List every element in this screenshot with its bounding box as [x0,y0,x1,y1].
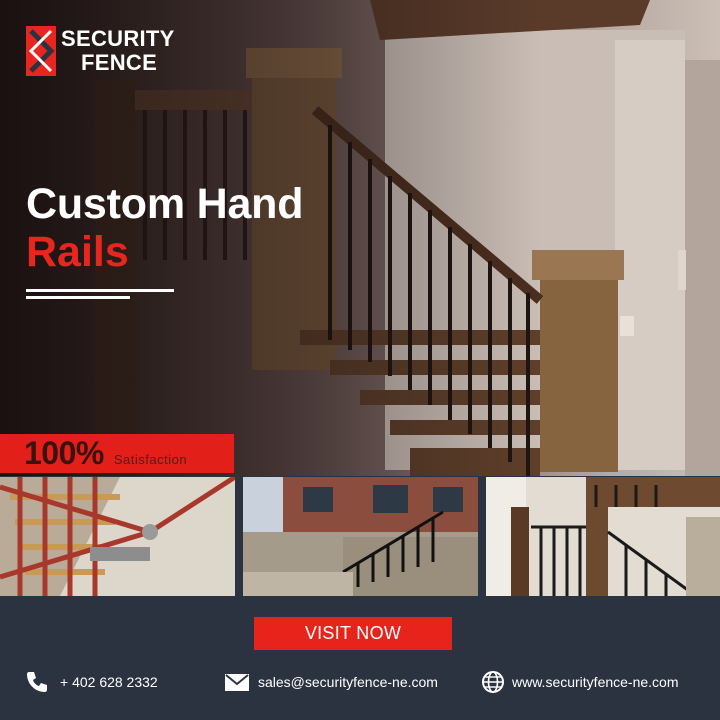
visit-now-button[interactable]: VISIT NOW [254,617,452,650]
contact-email[interactable]: sales@securityfence-ne.com [224,668,438,696]
advertisement: SECURITY FENCE Custom Hand Rails 100% Sa… [0,0,720,720]
logo-mark-icon [26,26,56,76]
logo-text: SECURITY FENCE [61,27,175,75]
logo-line-1: SECURITY [61,26,175,51]
contact-phone[interactable]: + 402 628 2332 [24,668,158,696]
badge-value: 100% [24,435,104,471]
footer: VISIT NOW + 402 628 2332 sales@securityf… [0,596,720,720]
phone-text: + 402 628 2332 [60,674,158,690]
contact-website[interactable]: www.securityfence-ne.com [480,668,679,696]
thumbnail-red-railing [0,477,235,596]
phone-icon [27,672,47,692]
brand-logo[interactable]: SECURITY FENCE [26,26,175,76]
thumbnail-outdoor-stairs [243,477,478,596]
globe-icon [482,671,504,693]
headline-underline-short [26,296,130,299]
headline-line-2: Rails [26,228,129,276]
thumbnail-interior-stairs [486,477,720,596]
headline-line-1: Custom Hand [26,180,304,228]
badge-label: Satisfaction [113,452,188,467]
headline-underline-long [26,289,174,292]
mail-icon [225,674,249,691]
website-text: www.securityfence-ne.com [512,674,679,690]
email-text: sales@securityfence-ne.com [258,674,438,690]
satisfaction-badge: 100% Satisfaction [0,434,234,473]
headline: Custom Hand Rails [26,180,304,276]
logo-line-2: FENCE [81,50,158,75]
